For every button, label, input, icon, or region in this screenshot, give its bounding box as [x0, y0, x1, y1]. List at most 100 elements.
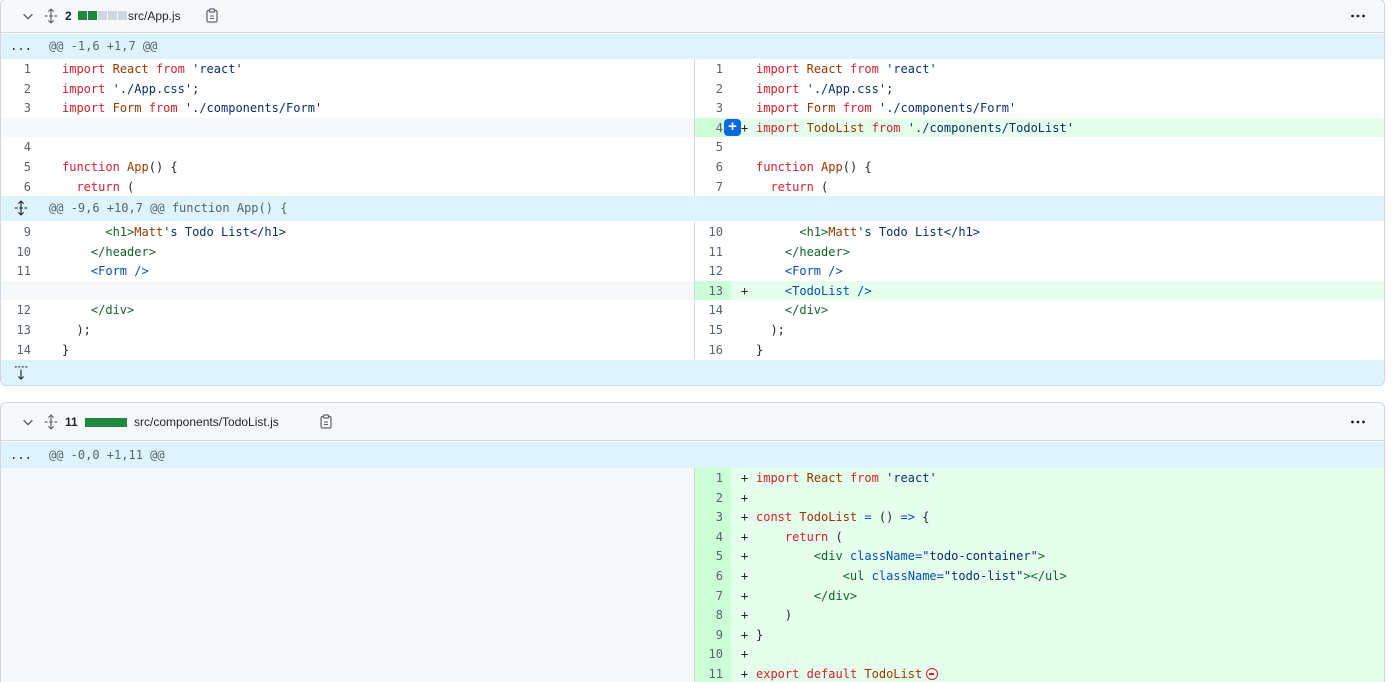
right-side: 11 </header> [694, 241, 1384, 262]
line-number[interactable]: 3 [1, 98, 39, 118]
left-side: 13 ); [1, 320, 694, 340]
right-side: 14 </div> [694, 300, 1384, 320]
code-line: <Form /> [90, 264, 149, 279]
line-number[interactable]: 1 [1, 59, 39, 79]
added-sign: + [741, 667, 749, 681]
diffstat-bar [85, 418, 127, 427]
file-path[interactable]: src/components/TodoList.js [134, 415, 279, 429]
line-number[interactable]: 7 [695, 585, 731, 606]
copy-icon[interactable] [206, 8, 218, 23]
line-number[interactable]: 4 [1, 137, 39, 157]
copy-icon[interactable] [320, 414, 332, 429]
diff-row: 5 + <div className="todo-container"> [1, 546, 1384, 566]
expand-down-button[interactable] [1, 360, 41, 385]
line-number[interactable]: 4 [695, 526, 731, 547]
file-path[interactable]: src/App.js [128, 9, 181, 23]
line-number[interactable]: 2 [1, 79, 39, 99]
added-sign: + [741, 490, 749, 505]
line-number[interactable]: 10 [695, 222, 731, 242]
line-number[interactable]: 6 [1, 177, 39, 197]
right-side: 13 + <TodoList /> [694, 280, 1384, 301]
line-number[interactable]: 10 [695, 644, 731, 664]
line-number[interactable]: 15 [695, 320, 731, 340]
right-side: 5 + <div className="todo-container"> [694, 546, 1384, 566]
right-side: 16} [694, 339, 1384, 360]
line-number[interactable]: 5 [695, 546, 731, 566]
left-side: 6 return ( [1, 177, 694, 197]
hunk-footer [1, 360, 1384, 385]
line-number[interactable]: 11 [1, 261, 39, 281]
diff-row: 11 <Form /> 12 <Form /> [1, 261, 1384, 281]
line-number[interactable]: 5 [1, 157, 39, 177]
line-number[interactable]: 2 [695, 487, 731, 508]
expand-up-button[interactable]: ... [1, 34, 41, 59]
line-number[interactable]: 3 [695, 507, 731, 527]
added-sign: + [741, 588, 749, 603]
code-line: ) [756, 608, 793, 623]
unfold-icon[interactable] [44, 414, 58, 430]
right-side: 6 + <ul className="todo-list"></ul> [694, 566, 1384, 586]
code-line: import React from 'react' [62, 62, 243, 76]
unfold-icon [14, 200, 28, 216]
line-number[interactable]: 5 [695, 137, 731, 157]
code-line: } [756, 627, 764, 642]
code-line: import React from 'react' [756, 471, 937, 485]
line-number[interactable]: 7 [695, 177, 731, 197]
kebab-horizontal-icon[interactable] [1350, 9, 1366, 23]
left-side [1, 117, 694, 138]
code-line: <TodoList /> [784, 283, 872, 298]
hunk-header: ... @@ -0,0 +1,11 @@ [1, 442, 1384, 468]
diffstat-bar [78, 11, 127, 20]
add-comment-button[interactable]: + [724, 118, 741, 136]
code-line: import Form from './components/Form' [756, 101, 1017, 116]
code-line: ); [62, 323, 91, 337]
line-number[interactable]: 12 [695, 261, 731, 281]
right-side: 10 <h1>Matt's Todo List</h1> [694, 222, 1384, 242]
diff-file-todolist-js: 11 src/components/TodoList.js ... @@ -0,… [0, 402, 1385, 682]
added-sign: + [741, 549, 749, 564]
line-number[interactable]: 6 [695, 157, 731, 177]
line-number[interactable]: 6 [695, 566, 731, 586]
line-number[interactable]: 11 [695, 242, 731, 262]
line-number[interactable]: 11 [695, 664, 731, 682]
left-side [1, 605, 694, 625]
added-sign: + [741, 471, 749, 485]
chevron-down-icon[interactable] [21, 9, 35, 23]
code-line: </div> [784, 303, 829, 318]
line-number[interactable]: 14 [1, 340, 39, 360]
file-header: 11 src/components/TodoList.js [1, 403, 1384, 441]
line-number[interactable]: 1 [695, 59, 731, 79]
left-side [1, 585, 694, 606]
line-number[interactable]: 9 [695, 624, 731, 645]
line-number[interactable]: 13 [1, 320, 39, 340]
added-sign: + [741, 647, 749, 662]
left-side: 5 function App() { [1, 157, 694, 177]
left-side: 3 import Form from './components/Form' [1, 98, 694, 118]
left-side [1, 664, 694, 682]
line-number[interactable]: 12 [1, 300, 39, 320]
left-side [1, 487, 694, 508]
diff-row: 6 return (7 return ( [1, 176, 1384, 197]
unfold-icon[interactable] [44, 8, 58, 24]
diff-row: 5 function App() {6 function App() { [1, 157, 1384, 177]
kebab-horizontal-icon[interactable] [1350, 415, 1366, 429]
diff-row: 7 + </div> [1, 585, 1384, 606]
diff-row: 9 +} [1, 624, 1384, 645]
line-number[interactable]: 16 [695, 340, 731, 360]
line-number[interactable]: 3 [695, 98, 731, 118]
line-number[interactable]: 14 [695, 300, 731, 320]
line-number[interactable]: 1 [695, 468, 731, 488]
code-line: } [756, 342, 764, 357]
diff-row: 4 + + import TodoList from './components/To… [1, 117, 1384, 138]
expand-up-button[interactable]: ... [1, 442, 41, 468]
line-number[interactable]: 9 [1, 222, 39, 242]
line-number[interactable]: 10 [1, 242, 39, 262]
line-number[interactable]: 8 [695, 605, 731, 625]
line-number[interactable]: 2 [695, 79, 731, 99]
unfold-button[interactable] [1, 196, 41, 221]
diff-row: 14} 16} [1, 339, 1384, 360]
right-side: 15 ); [694, 320, 1384, 340]
right-side: 1 + import React from 'react' [694, 468, 1384, 488]
line-number[interactable]: 13 [695, 280, 731, 301]
chevron-down-icon[interactable] [21, 415, 35, 429]
